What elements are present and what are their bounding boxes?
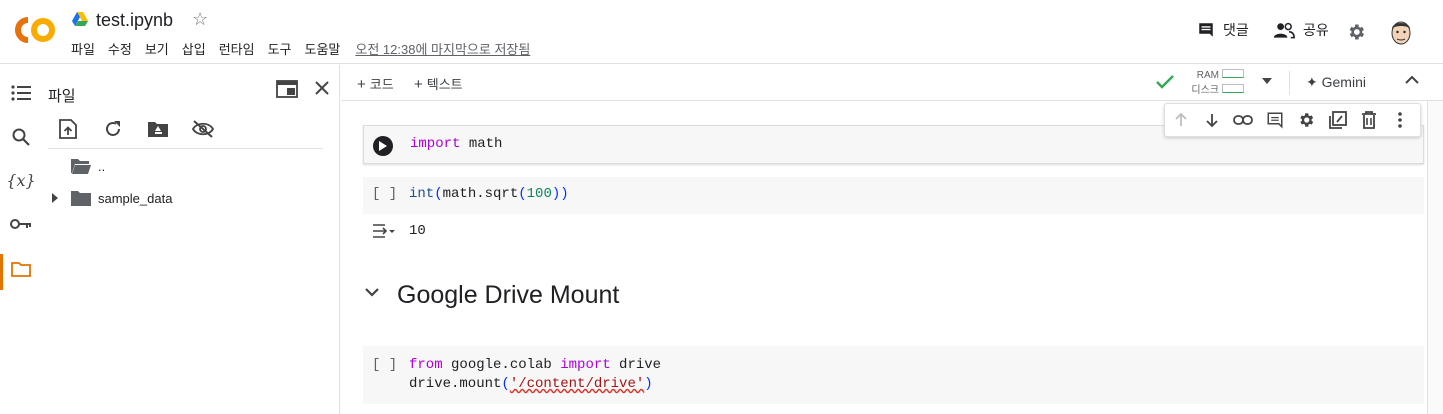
upload-file-icon[interactable] bbox=[56, 117, 80, 141]
add-text-label: 텍스트 bbox=[426, 77, 463, 92]
toolbar-separator bbox=[1289, 71, 1290, 95]
secrets-key-icon[interactable] bbox=[8, 211, 34, 237]
move-cell-up-icon[interactable] bbox=[1169, 108, 1192, 132]
code-line[interactable]: int(math.sqrt(100)) bbox=[409, 186, 569, 202]
connected-check-icon[interactable] bbox=[1156, 74, 1174, 90]
code-cell-3[interactable]: [ ] from google.colab import drive drive… bbox=[363, 346, 1424, 404]
star-icon[interactable]: ☆ bbox=[192, 9, 208, 30]
expand-arrow-icon[interactable] bbox=[48, 193, 62, 203]
last-saved-status[interactable]: 오전 12:38에 마지막으로 저장됨 bbox=[355, 39, 530, 58]
output-actions-icon[interactable] bbox=[372, 222, 396, 240]
comment-icon[interactable] bbox=[1263, 108, 1286, 132]
close-icon[interactable] bbox=[313, 79, 331, 97]
menu-view[interactable]: 보기 bbox=[145, 39, 169, 58]
active-rail-indicator bbox=[0, 254, 3, 290]
comments-button[interactable]: 댓글 bbox=[1197, 20, 1249, 40]
files-panel: 파일 .. sample_data bbox=[42, 65, 340, 414]
disk-usage-bar[interactable] bbox=[1222, 84, 1244, 93]
cell-toolbar bbox=[1164, 103, 1421, 137]
cell-execution-bracket[interactable]: [ ] bbox=[372, 357, 397, 373]
menu-insert[interactable]: 삽입 bbox=[182, 39, 206, 58]
files-folder-icon[interactable] bbox=[8, 256, 34, 282]
left-rail: {x} bbox=[0, 65, 42, 414]
gemini-button[interactable]: ✦ Gemini bbox=[1306, 74, 1366, 91]
menu-edit[interactable]: 수정 bbox=[108, 39, 132, 58]
menu-file[interactable]: 파일 bbox=[71, 39, 95, 58]
menu-bar: 파일 수정 보기 삽입 런타임 도구 도움말 오전 12:38에 마지막으로 저… bbox=[71, 39, 543, 58]
ram-usage-bar[interactable] bbox=[1222, 69, 1244, 78]
notebook-toolbar: + 코드 + 텍스트 RAM 디스크 ✦ Gemini bbox=[341, 65, 1443, 101]
ram-label: RAM bbox=[1196, 70, 1219, 81]
tree-item-parent[interactable]: .. bbox=[48, 155, 105, 177]
open-folder-icon bbox=[71, 159, 91, 174]
cell-settings-gear-icon[interactable] bbox=[1295, 108, 1318, 132]
code-line[interactable]: import math bbox=[410, 136, 502, 152]
table-of-contents-icon[interactable] bbox=[8, 80, 34, 106]
code-line[interactable]: from google.colab import drive bbox=[409, 357, 661, 373]
collapse-header-chevron-icon[interactable] bbox=[1405, 75, 1419, 85]
gemini-label: Gemini bbox=[1321, 74, 1366, 90]
delete-cell-trash-icon[interactable] bbox=[1357, 108, 1380, 132]
people-icon bbox=[1273, 22, 1295, 39]
variables-icon[interactable]: {x} bbox=[6, 167, 35, 193]
more-options-icon[interactable] bbox=[1389, 108, 1412, 132]
menu-tools[interactable]: 도구 bbox=[268, 39, 292, 58]
play-icon bbox=[379, 141, 387, 151]
code-line[interactable]: drive.mount('/content/drive') bbox=[409, 376, 653, 392]
mount-drive-icon[interactable] bbox=[146, 117, 170, 141]
comment-icon bbox=[1199, 23, 1213, 37]
notebook-title[interactable]: test.ipynb bbox=[96, 10, 173, 31]
code-cell-2[interactable]: [ ] int(math.sqrt(100)) bbox=[363, 177, 1424, 214]
add-code-label: 코드 bbox=[369, 77, 394, 92]
hide-files-eye-icon[interactable] bbox=[191, 117, 215, 141]
share-label: 공유 bbox=[1303, 22, 1329, 38]
cell-execution-bracket[interactable]: [ ] bbox=[372, 186, 397, 202]
disk-label: 디스크 bbox=[1191, 85, 1219, 96]
folder-icon bbox=[71, 191, 91, 206]
menu-runtime[interactable]: 런타임 bbox=[219, 39, 255, 58]
user-avatar[interactable] bbox=[1388, 18, 1414, 46]
tree-item-label: .. bbox=[98, 158, 106, 174]
tree-item-sample-data[interactable]: sample_data bbox=[48, 187, 172, 209]
menu-help[interactable]: 도움말 bbox=[305, 39, 341, 58]
resource-labels[interactable]: RAM 디스크 bbox=[1189, 68, 1219, 98]
cell-output: 10 bbox=[409, 223, 426, 239]
mirror-cell-icon[interactable] bbox=[1326, 108, 1349, 132]
sparkle-icon: ✦ bbox=[1306, 74, 1322, 90]
comments-label: 댓글 bbox=[1223, 22, 1249, 38]
section-heading[interactable]: Google Drive Mount bbox=[397, 281, 619, 310]
tree-item-label: sample_data bbox=[98, 190, 173, 206]
file-tools bbox=[56, 117, 236, 141]
search-icon[interactable] bbox=[8, 124, 34, 150]
scrollbar[interactable] bbox=[1427, 101, 1443, 414]
plus-icon: + bbox=[357, 76, 366, 93]
open-in-window-icon[interactable] bbox=[276, 80, 298, 98]
run-cell-button[interactable] bbox=[373, 136, 393, 156]
plus-icon: + bbox=[414, 76, 423, 93]
settings-gear-icon[interactable] bbox=[1346, 22, 1366, 42]
link-icon[interactable] bbox=[1232, 108, 1255, 132]
panel-title: 파일 bbox=[48, 88, 76, 105]
share-button[interactable]: 공유 bbox=[1273, 20, 1329, 40]
google-drive-icon[interactable] bbox=[72, 12, 88, 26]
app-header: test.ipynb ☆ 파일 수정 보기 삽입 런타임 도구 도움말 오전 1… bbox=[0, 0, 1443, 64]
refresh-icon[interactable] bbox=[101, 117, 125, 141]
add-text-button[interactable]: + 텍스트 bbox=[414, 74, 463, 93]
move-cell-down-icon[interactable] bbox=[1200, 108, 1223, 132]
add-code-button[interactable]: + 코드 bbox=[357, 74, 394, 93]
colab-logo[interactable] bbox=[14, 14, 56, 46]
collapse-section-chevron-icon[interactable] bbox=[364, 286, 380, 298]
panel-divider bbox=[48, 148, 323, 149]
runtime-dropdown-icon[interactable] bbox=[1261, 77, 1273, 85]
